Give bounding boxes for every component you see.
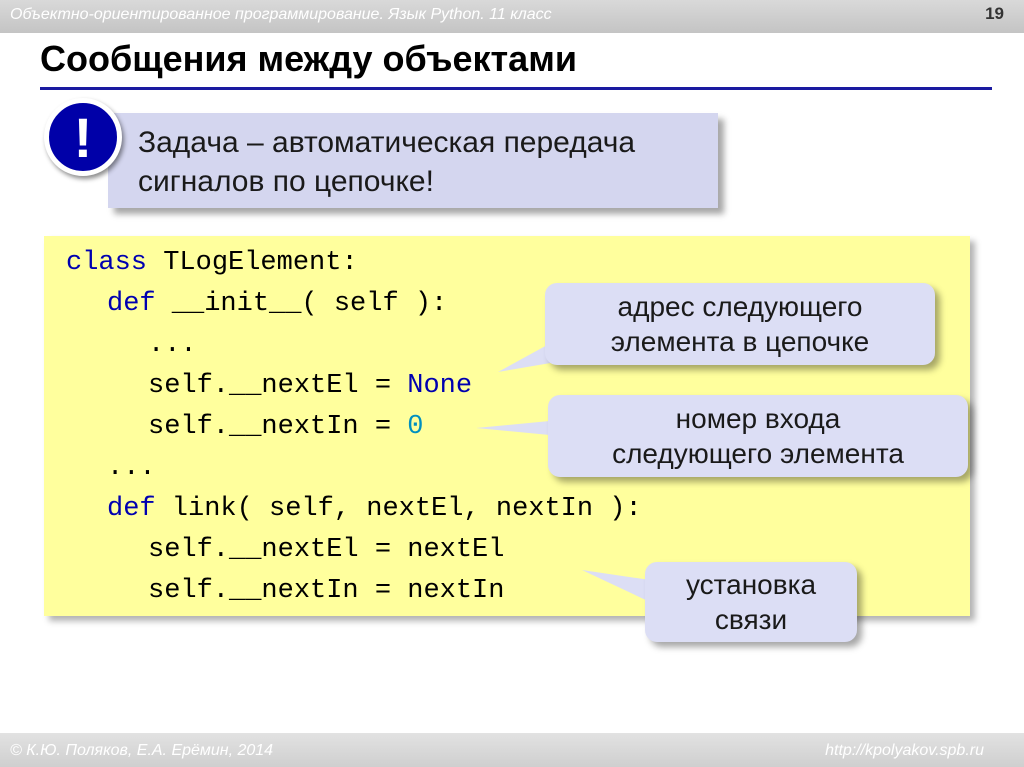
pointer-link-setup xyxy=(582,570,650,602)
callout-input-number-line-1: номер входа xyxy=(675,403,841,434)
callout-link-setup-line-2: связи xyxy=(714,604,788,635)
footer-authors: © К.Ю. Поляков, Е.А. Ерёмин, 2014 xyxy=(10,742,274,759)
footer-url: http://kpolyakov.spb.ru xyxy=(825,742,984,759)
callout-next-address-line-1: адрес следующего xyxy=(617,291,863,322)
footer-bar: © К.Ю. Поляков, Е.А. Ерёмин, 2014 http:/… xyxy=(0,733,1024,767)
callout-link-setup-line-1: установка xyxy=(685,569,817,600)
callout-input-number-line-2: следующего элемента xyxy=(612,438,904,469)
callout-link-setup: установка связи xyxy=(645,562,857,642)
callout-pointers xyxy=(476,338,650,602)
callout-next-address: адрес следующего элемента в цепочке xyxy=(545,283,935,365)
callout-next-address-line-2: элемента в цепочке xyxy=(610,326,870,357)
callout-input-number: номер входа следующего элемента xyxy=(548,395,968,477)
